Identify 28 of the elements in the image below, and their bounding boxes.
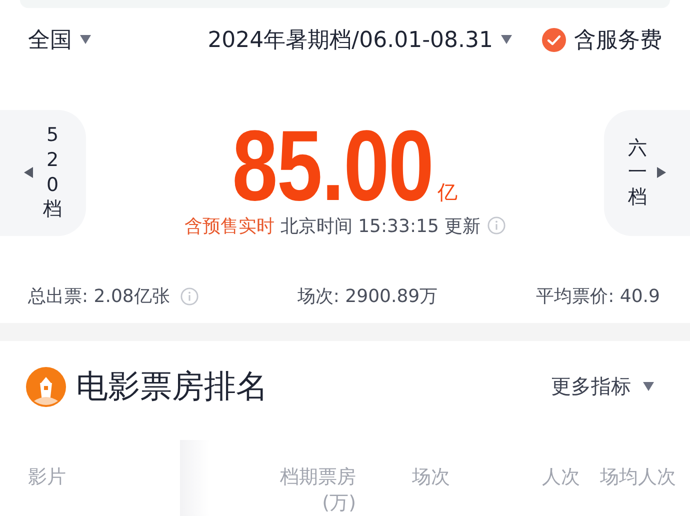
info-icon[interactable] <box>486 216 506 236</box>
column-header: 档期票房(万) <box>279 465 357 516</box>
column-header: 人次 <box>541 465 580 490</box>
previous-period-button[interactable]: 520档 <box>0 110 86 236</box>
period-dropdown[interactable]: 2024年暑期档/06.01-08.31 <box>208 24 512 55</box>
info-icon[interactable] <box>180 286 199 306</box>
more-metrics-dropdown[interactable]: 更多指标 <box>551 373 654 400</box>
caret-icon <box>24 167 33 178</box>
caret-icon <box>643 382 654 392</box>
service-fee-checkbox[interactable]: 含服务费 <box>542 24 662 55</box>
presale-note: 含预售实时 <box>184 214 274 238</box>
lighthouse-icon <box>26 366 66 407</box>
next-period-button[interactable]: 六一档 <box>604 110 690 236</box>
section-title: 电影票房排名 <box>76 366 269 407</box>
box-office-total: 85.00 <box>232 124 434 208</box>
stat-text: 场次: 2900.89万 <box>297 285 438 308</box>
caret-icon <box>656 167 666 178</box>
column-header: 场均人次 <box>599 465 677 490</box>
check-icon <box>542 28 566 52</box>
stat-text: 平均票价: 40.9 <box>536 285 660 308</box>
column-header: 影片 <box>27 465 67 490</box>
caret-icon <box>80 35 91 44</box>
stat-text: 总出票: 2.08亿张 <box>28 285 170 308</box>
unit-label: 亿 <box>438 178 458 206</box>
region-dropdown[interactable]: 全国 <box>28 24 91 55</box>
update-time: 北京时间 15:33:15 更新 <box>280 214 481 238</box>
column-header: 场次 <box>411 465 451 490</box>
caret-icon <box>501 35 512 44</box>
